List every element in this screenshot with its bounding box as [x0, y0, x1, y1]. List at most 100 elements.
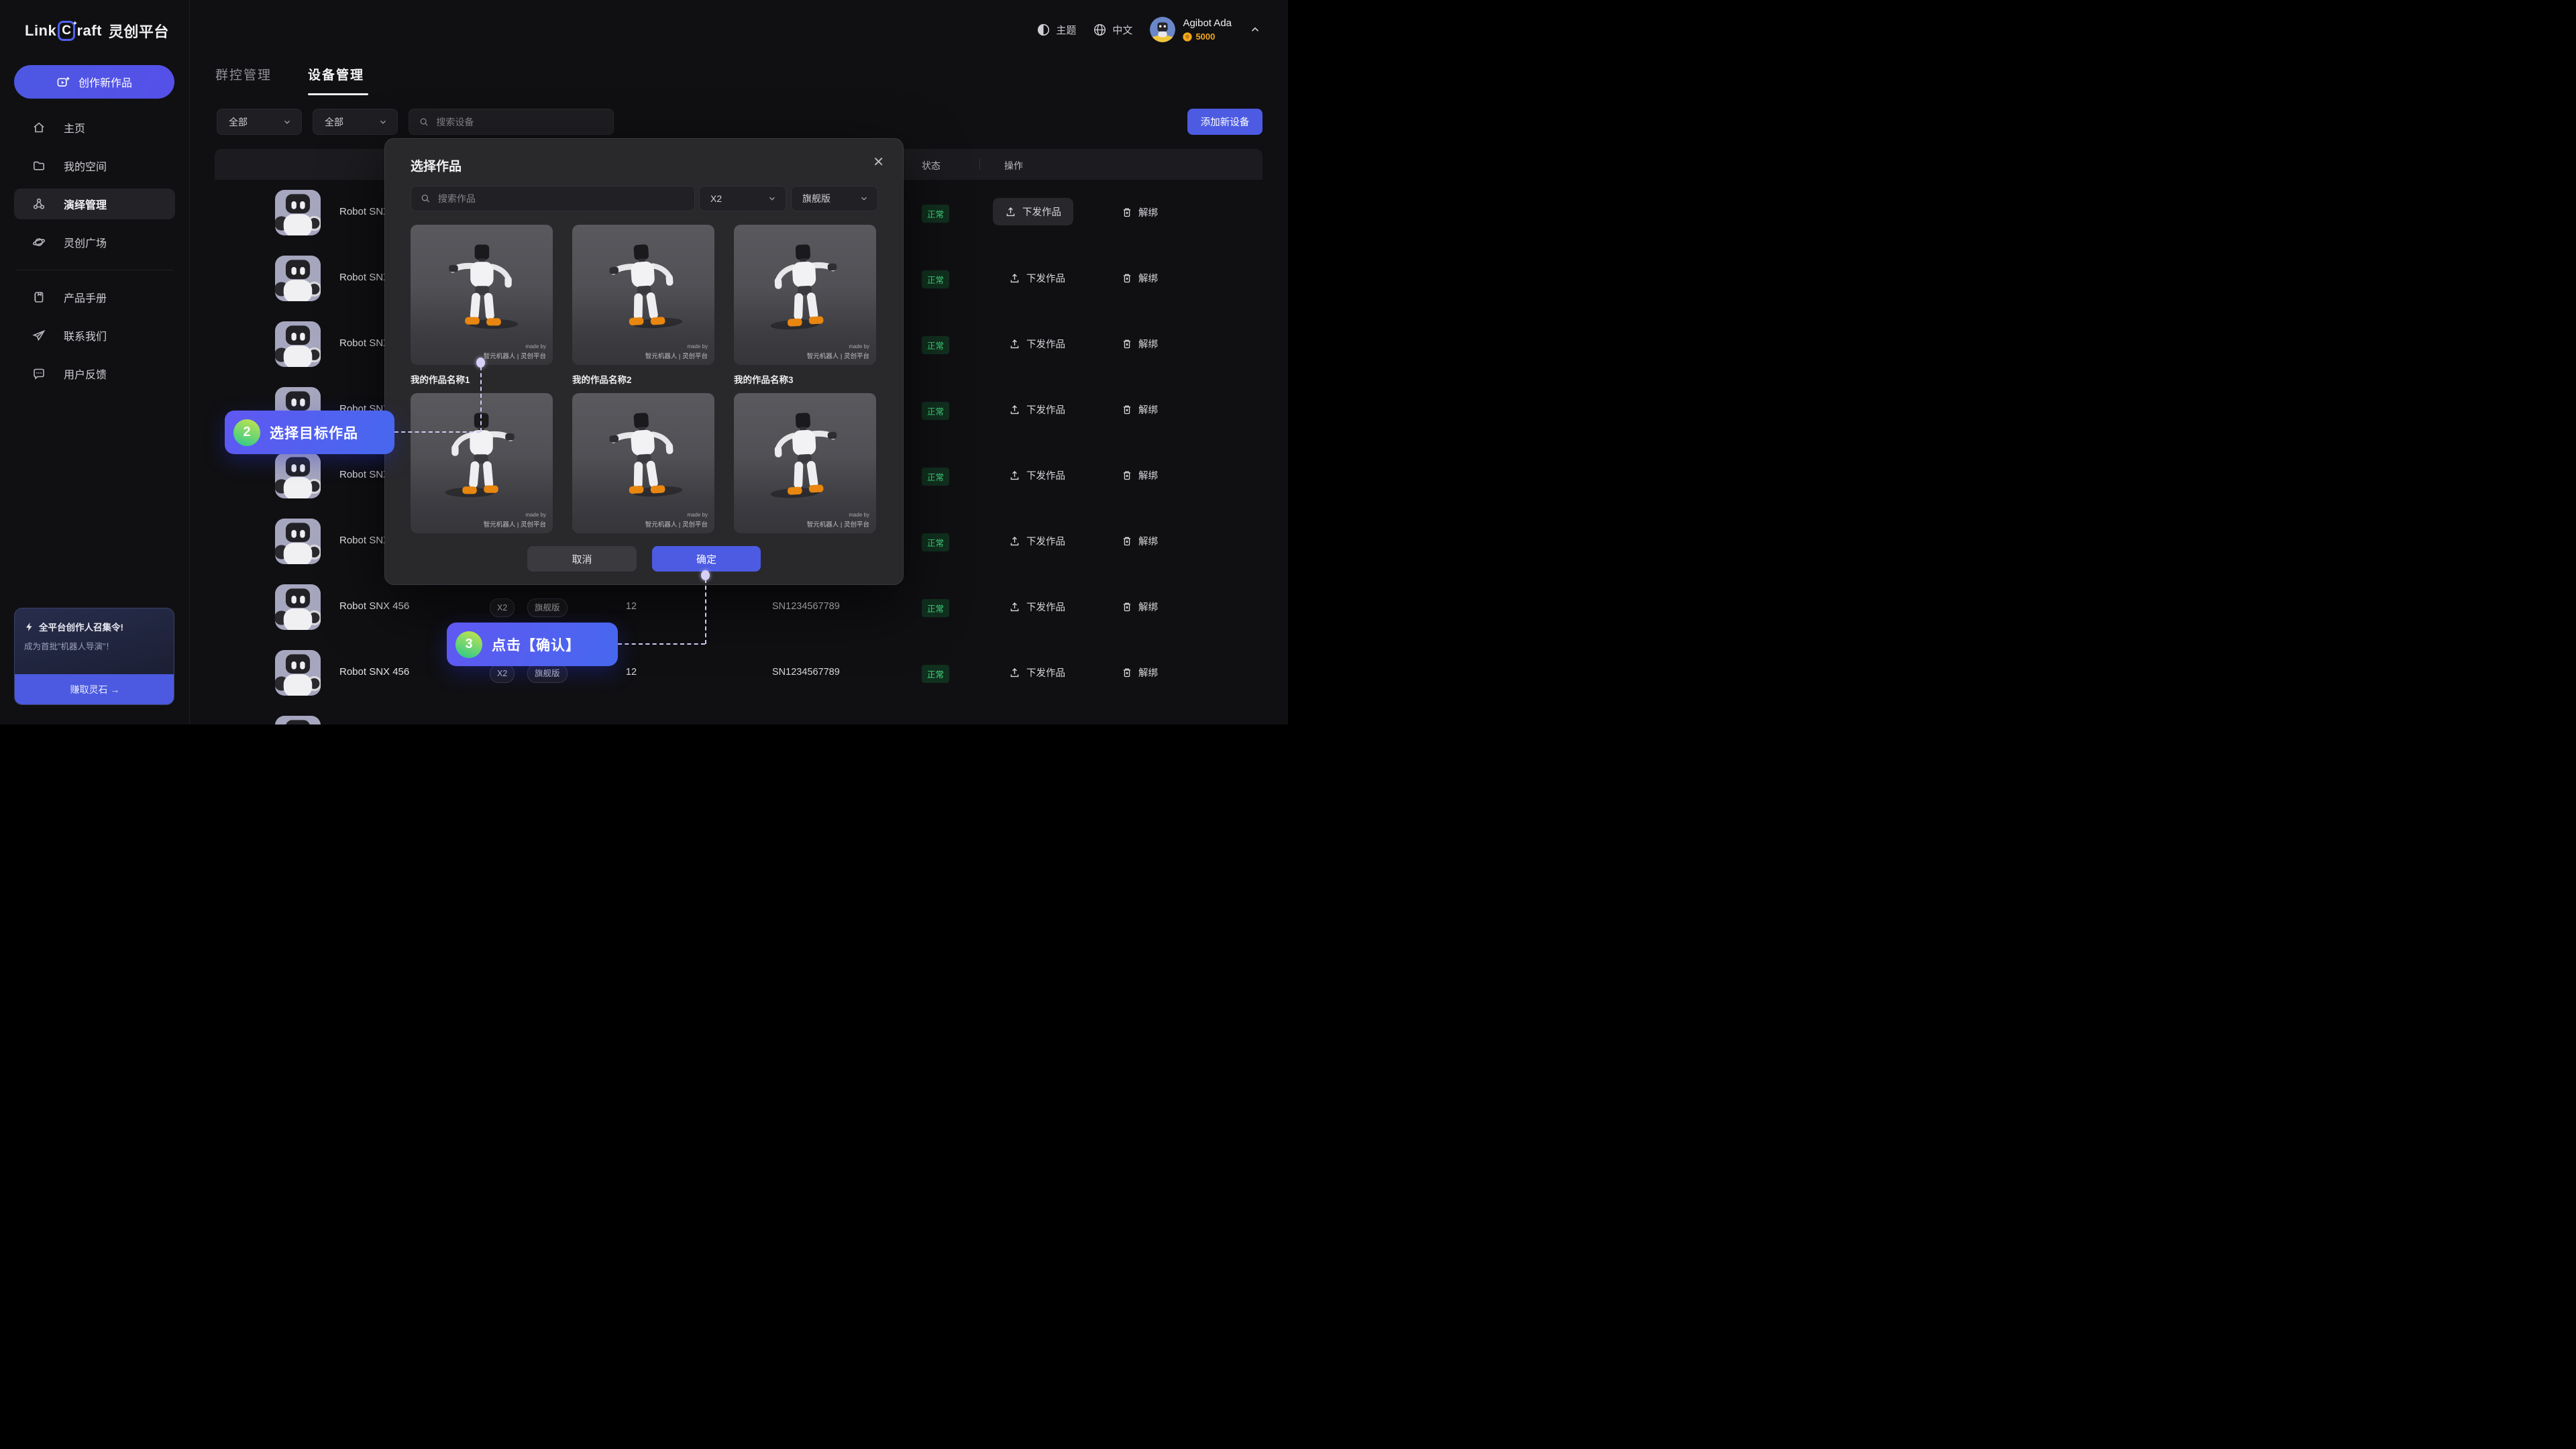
device-thumbnail [275, 256, 321, 301]
trash-icon [1122, 601, 1132, 612]
sidebar-item-home[interactable]: 主页 [14, 112, 175, 143]
connector-line [618, 643, 705, 645]
deploy-work-button[interactable]: 下发作品 [1009, 337, 1065, 351]
work-thumbnail: made by 智元机器人 | 灵创平台 [411, 225, 553, 365]
unbind-button[interactable]: 解绑 [1122, 665, 1158, 680]
device-thumbnail [275, 519, 321, 564]
create-work-label: 创作新作品 [78, 74, 132, 90]
upload-icon [1009, 667, 1020, 678]
deploy-work-button[interactable]: 下发作品 [993, 198, 1073, 225]
search-icon [419, 117, 429, 127]
unbind-button[interactable]: 解绑 [1122, 271, 1158, 285]
watermark: made by 智元机器人 | 灵创平台 [484, 343, 546, 360]
confirm-button[interactable]: 确定 [652, 546, 761, 572]
language-switcher[interactable]: 中文 [1093, 23, 1132, 37]
nodes-icon [32, 197, 46, 211]
deploy-work-button[interactable]: 下发作品 [1009, 402, 1065, 417]
upload-icon [1009, 470, 1020, 481]
table-row: Robot SNX 456 X2 旗舰版 12 SN1234567789 正常 … [215, 706, 1263, 724]
work-name: 我的作品名称3 [734, 365, 876, 393]
tab-device-management[interactable]: 设备管理 [308, 65, 364, 83]
unbind-button[interactable]: 解绑 [1122, 205, 1158, 219]
status-badge: 正常 [922, 533, 949, 551]
work-search-input[interactable] [437, 193, 686, 205]
work-item[interactable]: made by 智元机器人 | 灵创平台 [572, 393, 714, 533]
coin-icon [1183, 32, 1192, 42]
status-badge: 正常 [922, 402, 949, 420]
chevron-up-icon[interactable] [1249, 23, 1261, 36]
work-item[interactable]: made by 智元机器人 | 灵创平台 我的作品名称2 [572, 225, 714, 393]
connector-dot [476, 358, 485, 368]
sidebar-item-performance-management[interactable]: 演绎管理 [14, 189, 175, 219]
tab-group-control[interactable]: 群控管理 [215, 65, 272, 83]
trash-icon [1122, 207, 1132, 218]
promo-subtitle: 成为首批"机器人导演"！ [24, 639, 164, 652]
modal-title: 选择作品 [411, 156, 462, 174]
col-header-status: 状态 [922, 159, 941, 172]
device-edition-badge: 旗舰版 [527, 664, 568, 683]
deploy-work-button[interactable]: 下发作品 [1009, 600, 1065, 614]
search-icon [421, 193, 431, 204]
unbind-button[interactable]: 解绑 [1122, 468, 1158, 482]
upload-icon [1009, 601, 1020, 612]
connector-dot [701, 570, 710, 580]
topbar: 主题 中文 Agibot Ada [1037, 0, 1261, 59]
device-work-count: 12 [618, 667, 645, 678]
step-label: 选择目标作品 [270, 423, 358, 443]
deploy-work-button[interactable]: 下发作品 [1009, 665, 1065, 680]
earn-gems-button[interactable]: 赚取灵石 → [14, 674, 174, 705]
book-icon [32, 290, 46, 304]
sidebar-item-plaza[interactable]: 灵创广场 [14, 227, 175, 258]
sidebar-item-product-manual[interactable]: 产品手册 [14, 282, 175, 313]
deploy-work-button[interactable]: 下发作品 [1009, 534, 1065, 548]
unbind-button[interactable]: 解绑 [1122, 337, 1158, 351]
device-edition-badge: 旗舰版 [527, 598, 568, 617]
work-item[interactable]: made by 智元机器人 | 灵创平台 我的作品名称1 [411, 225, 553, 393]
chevron-down-icon [859, 194, 869, 203]
device-model-badge: X2 [490, 664, 515, 683]
work-item[interactable]: made by 智元机器人 | 灵创平台 [734, 393, 876, 533]
device-robot-image [275, 256, 321, 301]
work-item[interactable]: made by 智元机器人 | 灵创平台 [411, 393, 553, 533]
work-thumbnail: made by 智元机器人 | 灵创平台 [734, 393, 876, 533]
device-work-count: 12 [618, 601, 645, 612]
modal-model-dropdown[interactable]: X2 [699, 186, 786, 211]
user-menu[interactable]: Agibot Ada 5000 [1150, 17, 1232, 42]
work-search[interactable] [411, 186, 695, 211]
device-search[interactable] [409, 109, 614, 135]
unbind-button[interactable]: 解绑 [1122, 600, 1158, 614]
device-robot-image [275, 519, 321, 564]
create-work-button[interactable]: 创作新作品 [14, 65, 174, 99]
unbind-button[interactable]: 解绑 [1122, 534, 1158, 548]
robot-render-image [586, 229, 701, 344]
device-thumbnail [275, 190, 321, 235]
deploy-work-button[interactable]: 下发作品 [1009, 468, 1065, 482]
sidebar-item-contact-us[interactable]: 联系我们 [14, 320, 175, 351]
deploy-work-button[interactable]: 下发作品 [1009, 271, 1065, 285]
watermark: made by 智元机器人 | 灵创平台 [807, 512, 869, 529]
step-label: 点击【确认】 [492, 635, 580, 655]
filter-dropdown-2[interactable]: 全部 [313, 109, 398, 135]
device-serial-number: SN1234567789 [772, 667, 840, 678]
connector-line [705, 579, 706, 644]
cancel-button[interactable]: 取消 [527, 546, 637, 572]
work-thumbnail: made by 智元机器人 | 灵创平台 [734, 225, 876, 365]
add-device-button[interactable]: 添加新设备 [1187, 109, 1263, 135]
device-search-input[interactable] [435, 116, 605, 128]
modal-edition-dropdown[interactable]: 旗舰版 [791, 186, 878, 211]
theme-toggle[interactable]: 主题 [1037, 23, 1076, 37]
unbind-button[interactable]: 解绑 [1122, 402, 1158, 417]
work-thumbnail: made by 智元机器人 | 灵创平台 [572, 393, 714, 533]
device-robot-image [275, 584, 321, 630]
work-item[interactable]: made by 智元机器人 | 灵创平台 我的作品名称3 [734, 225, 876, 393]
robot-render-image [749, 230, 861, 343]
close-icon[interactable]: ✕ [873, 154, 884, 170]
device-model-badge: X2 [490, 598, 515, 617]
sidebar-item-feedback[interactable]: 用户反馈 [14, 358, 175, 389]
status-badge: 正常 [922, 270, 949, 288]
sidebar-item-my-space[interactable]: 我的空间 [14, 150, 175, 181]
theme-label: 主题 [1056, 23, 1076, 37]
select-work-modal: 选择作品 ✕ X2 旗舰版 made by 智元机器人 | 灵创平台 我的作品名… [384, 138, 904, 585]
promo-card: 全平台创作人召集令! 成为首批"机器人导演"！ 赚取灵石 → [14, 608, 174, 705]
filter-dropdown-1[interactable]: 全部 [217, 109, 302, 135]
